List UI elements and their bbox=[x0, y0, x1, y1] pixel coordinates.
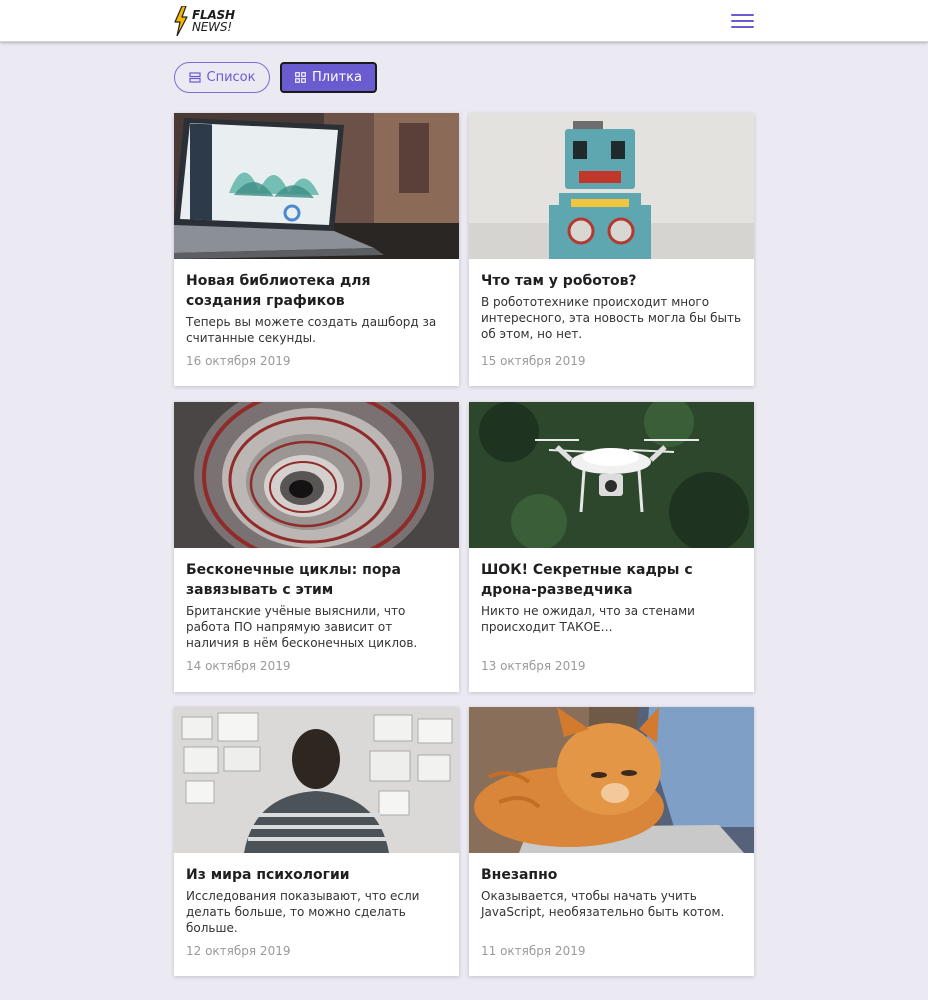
list-icon bbox=[188, 72, 201, 83]
article-date: 16 октября 2019 bbox=[186, 354, 291, 368]
article-title: Из мира психологии bbox=[186, 867, 350, 883]
article-card[interactable]: Новая библиотека для создания графиков Т… bbox=[174, 113, 459, 386]
article-excerpt: В робототехнике происходит много интерес… bbox=[481, 295, 742, 341]
article-date: 15 октября 2019 bbox=[481, 354, 586, 368]
article-title: Что там у роботов? bbox=[481, 273, 637, 289]
article-card[interactable]: Что там у роботов? В робототехнике проис… bbox=[469, 113, 754, 386]
spiral-staircase-image bbox=[174, 402, 459, 548]
logo-text: FLASH NEWS! bbox=[192, 9, 235, 33]
top-bar: FLASH NEWS! bbox=[0, 0, 928, 42]
article-excerpt: Теперь вы можете создать дашборд за счит… bbox=[186, 315, 437, 345]
laptop-dashboard-image bbox=[174, 113, 459, 259]
drone-image bbox=[469, 402, 754, 548]
article-date: 11 октября 2019 bbox=[481, 944, 586, 958]
article-card[interactable]: Бесконечные циклы: пора завязывать с эти… bbox=[174, 402, 459, 692]
article-date: 13 октября 2019 bbox=[481, 659, 586, 673]
article-card[interactable]: Из мира психологии Исследования показыва… bbox=[174, 707, 459, 976]
grid-view-button[interactable]: Плитка bbox=[280, 62, 377, 93]
logo-line-2: NEWS! bbox=[192, 20, 232, 34]
menu-icon[interactable] bbox=[731, 11, 755, 31]
lightning-bolt-icon bbox=[174, 6, 188, 36]
article-card[interactable]: Внезапно Оказывается, чтобы начать учить… bbox=[469, 707, 754, 976]
cat-on-laptop-image bbox=[469, 707, 754, 853]
article-title: ШОК! Секретные кадры с дрона-разведчика bbox=[481, 562, 693, 598]
article-date: 12 октября 2019 bbox=[186, 944, 291, 958]
article-title: Внезапно bbox=[481, 867, 558, 883]
article-title: Новая библиотека для создания графиков bbox=[186, 273, 371, 309]
article-excerpt: Британские учёные выяснили, что работа П… bbox=[186, 604, 418, 650]
article-card[interactable]: ШОК! Секретные кадры с дрона-разведчика … bbox=[469, 402, 754, 692]
grid-view-label: Плитка bbox=[312, 70, 362, 85]
article-excerpt: Исследования показывают, что если делать… bbox=[186, 889, 420, 935]
article-title: Бесконечные циклы: пора завязывать с эти… bbox=[186, 562, 401, 598]
grid-icon bbox=[295, 72, 306, 83]
article-date: 14 октября 2019 bbox=[186, 659, 291, 673]
robot-image bbox=[469, 113, 754, 259]
article-excerpt: Никто не ожидал, что за стенами происход… bbox=[481, 604, 695, 634]
list-view-label: Список bbox=[206, 70, 256, 85]
logo[interactable]: FLASH NEWS! bbox=[173, 6, 235, 36]
article-excerpt: Оказывается, чтобы начать учить JavaScri… bbox=[481, 889, 725, 919]
list-view-button[interactable]: Список bbox=[174, 62, 270, 93]
person-at-wall-image bbox=[174, 707, 459, 853]
